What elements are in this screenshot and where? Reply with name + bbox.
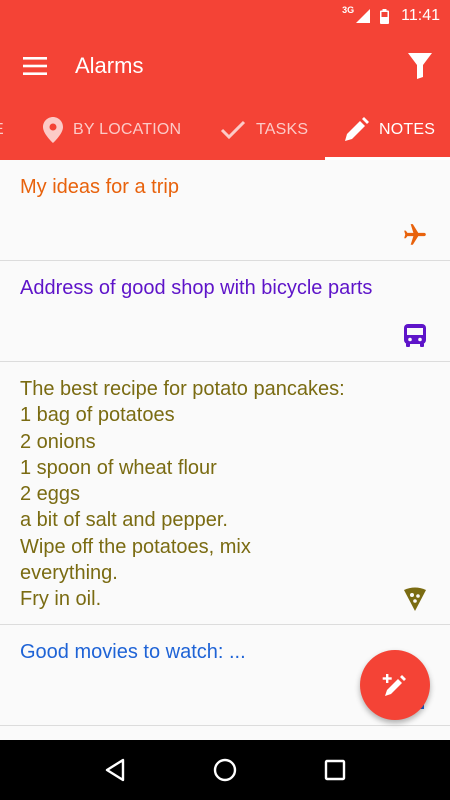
tab-partial[interactable]: E: [0, 100, 4, 160]
tab-notes[interactable]: NOTES: [343, 100, 435, 160]
filter-button[interactable]: [390, 32, 450, 100]
pencil-icon: [345, 117, 369, 141]
system-nav-bar: [0, 740, 450, 800]
location-pin-icon: [43, 117, 63, 143]
note-text: Good movies to watch: ...: [20, 641, 246, 663]
tab-tasks[interactable]: TASKS: [220, 100, 308, 160]
note-text: Address of good shop with bicycle parts: [20, 277, 373, 299]
back-triangle-icon: [105, 758, 125, 782]
home-circle-icon: [213, 758, 237, 782]
app-root: 3G 11:41 Alarms E: [0, 0, 450, 800]
tab-by-location-label: BY LOCATION: [73, 121, 182, 138]
note-line: 2 eggs: [20, 483, 81, 506]
note-line: a bit of salt and pepper.: [20, 509, 228, 532]
status-clock: 11:41: [401, 7, 440, 24]
tab-tasks-label: TASKS: [256, 121, 309, 138]
note-text: The best recipe for potato pancakes: 1 b…: [20, 376, 390, 613]
add-note-icon: [382, 674, 406, 696]
hamburger-menu-icon: [23, 57, 47, 75]
page-title: Alarms: [75, 53, 144, 78]
recents-button[interactable]: [315, 750, 355, 790]
note-line: Wipe off the potatoes, mix: [20, 535, 251, 558]
note-item[interactable]: The best recipe for potato pancakes: 1 b…: [0, 362, 450, 625]
note-line: The best recipe for potato pancakes:: [20, 378, 345, 400]
note-line: 1 bag of potatoes: [20, 404, 175, 427]
app-toolbar: Alarms: [0, 32, 450, 100]
filter-icon: [408, 53, 432, 79]
pizza-icon: [402, 586, 428, 612]
tab-by-location[interactable]: BY LOCATION: [43, 100, 181, 160]
network-type: 3G: [342, 5, 355, 15]
status-bar: 3G 11:41: [0, 0, 450, 32]
tab-bar: E BY LOCATION TASKS NOTES: [0, 100, 450, 160]
home-button[interactable]: [205, 750, 245, 790]
add-note-button[interactable]: [360, 650, 430, 720]
airplane-icon: [402, 222, 428, 248]
signal-icon: [356, 9, 371, 23]
bus-icon: [402, 323, 428, 349]
note-item[interactable]: Address of good shop with bicycle parts: [0, 261, 450, 362]
note-line: Fry in oil.: [20, 588, 102, 611]
note-text: My ideas for a trip: [20, 176, 179, 198]
battery-icon: [380, 8, 390, 24]
checkmark-icon: [220, 120, 246, 140]
menu-button[interactable]: [0, 32, 70, 100]
note-line: 1 spoon of wheat flour: [20, 456, 217, 479]
recents-square-icon: [324, 759, 346, 781]
tab-partial-label: E: [0, 121, 4, 139]
note-item[interactable]: My ideas for a trip: [0, 160, 450, 261]
tab-notes-label: NOTES: [379, 121, 436, 138]
back-button[interactable]: [95, 750, 135, 790]
note-line: everything.: [20, 562, 118, 585]
note-line: 2 onions: [20, 430, 96, 453]
